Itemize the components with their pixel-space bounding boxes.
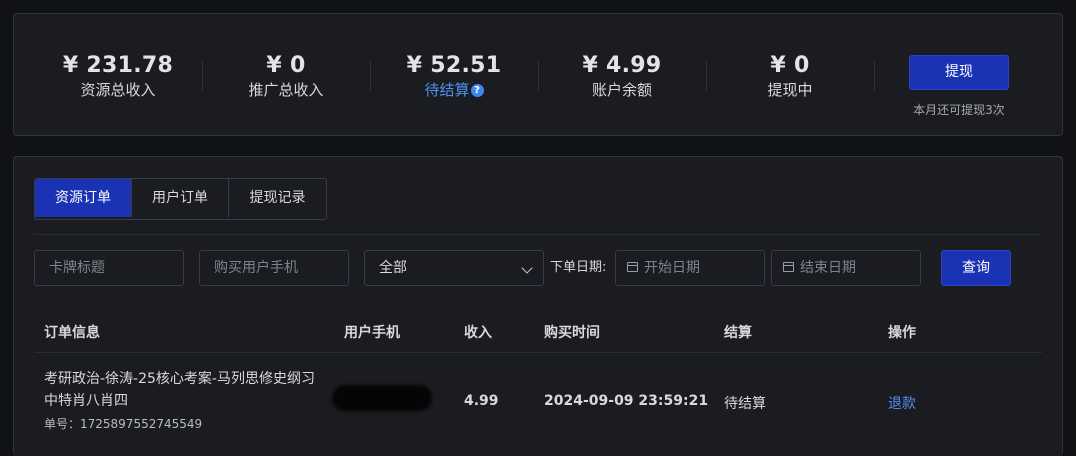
stat-amount: ¥ 52.51 bbox=[406, 53, 502, 78]
order-income: 4.99 bbox=[464, 393, 499, 409]
stat-amount: ¥ 0 bbox=[266, 53, 306, 78]
refund-link[interactable]: 退款 bbox=[888, 393, 916, 413]
column-header-income: 收入 bbox=[464, 325, 492, 341]
stat-label: 推广总收入 bbox=[248, 81, 324, 99]
order-title-line1: 考研政治-徐涛-25核心考案-马列思修史纲习 bbox=[44, 371, 315, 387]
stat-resource-income: ¥ 231.78 资源总收入 bbox=[34, 52, 202, 100]
card-title-input[interactable]: 卡牌标题 bbox=[34, 250, 184, 286]
stat-amount: ¥ 231.78 bbox=[62, 53, 174, 78]
stat-label: 提现中 bbox=[767, 81, 813, 99]
stat-label: 资源总收入 bbox=[80, 81, 156, 99]
column-header-phone: 用户手机 bbox=[344, 325, 400, 341]
stat-label[interactable]: 待结算 bbox=[424, 81, 469, 99]
question-icon[interactable]: ? bbox=[470, 84, 484, 97]
status-select-value: 全部 bbox=[379, 260, 407, 276]
stat-pending-settlement: ¥ 52.51 待结算? bbox=[370, 52, 538, 100]
order-date-label: 下单日期: bbox=[550, 260, 607, 275]
divider bbox=[34, 352, 1042, 353]
order-title-line2: 中特肖八肖四 bbox=[44, 393, 128, 409]
stat-amount: ¥ 0 bbox=[770, 53, 810, 78]
stat-withdrawing: ¥ 0 提现中 bbox=[706, 52, 874, 100]
column-header-settlement: 结算 bbox=[724, 325, 752, 341]
stat-label: 账户余额 bbox=[591, 81, 652, 99]
order-tabs: 资源订单 用户订单 提现记录 bbox=[34, 178, 327, 220]
tab-resource-orders[interactable]: 资源订单 bbox=[35, 179, 132, 217]
tab-withdraw-records[interactable]: 提现记录 bbox=[229, 179, 326, 217]
status-select[interactable]: 全部 bbox=[364, 250, 544, 286]
column-header-order-info: 订单信息 bbox=[44, 325, 100, 341]
query-button[interactable]: 查询 bbox=[941, 250, 1011, 286]
calendar-icon bbox=[627, 262, 638, 272]
column-header-purchase-time: 购买时间 bbox=[544, 325, 600, 341]
stat-promotion-income: ¥ 0 推广总收入 bbox=[202, 52, 370, 100]
order-purchase-time: 2024-09-09 23:59:21 bbox=[544, 393, 709, 409]
divider bbox=[34, 234, 1042, 235]
start-date-placeholder: 开始日期 bbox=[644, 260, 700, 276]
income-summary-panel: ¥ 231.78 资源总收入 ¥ 0 推广总收入 ¥ 52.51 待结算? ¥ … bbox=[13, 13, 1063, 136]
stat-amount: ¥ 4.99 bbox=[582, 53, 662, 78]
start-date-input[interactable]: 开始日期 bbox=[615, 250, 765, 286]
order-settlement-status: 待结算 bbox=[724, 396, 766, 412]
order-number: 单号：1725897552745549 bbox=[44, 417, 203, 431]
orders-panel: 资源订单 用户订单 提现记录 卡牌标题 购买用户手机 全部 下单日期: 开始日期… bbox=[13, 156, 1063, 456]
divider bbox=[874, 61, 875, 91]
withdraw-button[interactable]: 提现 bbox=[909, 55, 1009, 90]
tab-user-orders[interactable]: 用户订单 bbox=[132, 179, 229, 217]
stat-account-balance: ¥ 4.99 账户余额 bbox=[538, 52, 706, 100]
chevron-down-icon bbox=[521, 262, 533, 274]
buyer-phone-input[interactable]: 购买用户手机 bbox=[199, 250, 349, 286]
stat-label-link[interactable]: 待结算? bbox=[370, 80, 538, 100]
end-date-placeholder: 结束日期 bbox=[800, 260, 856, 276]
withdraw-remaining-note: 本月还可提现3次 bbox=[913, 103, 1005, 117]
redacted-phone bbox=[332, 385, 432, 411]
column-header-action: 操作 bbox=[888, 325, 916, 341]
end-date-input[interactable]: 结束日期 bbox=[771, 250, 921, 286]
calendar-icon bbox=[783, 262, 794, 272]
